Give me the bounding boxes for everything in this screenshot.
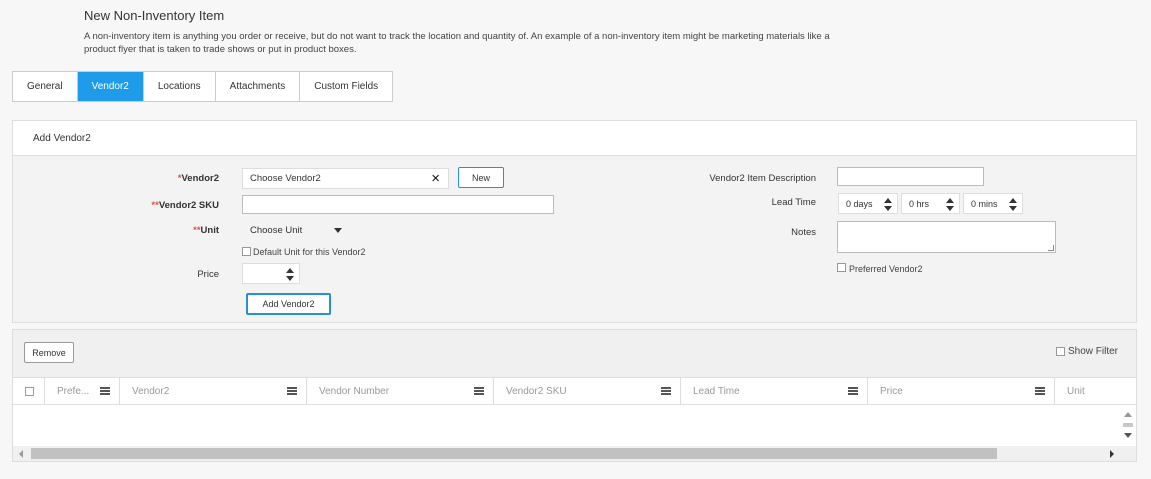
- stepper-arrows-icon[interactable]: [1008, 197, 1018, 212]
- column-header-vendor-number[interactable]: Vendor Number: [307, 378, 494, 405]
- panel-header: Add Vendor2: [13, 121, 1136, 156]
- unit-select[interactable]: Choose Unit: [242, 220, 350, 241]
- column-menu-icon[interactable]: [1035, 387, 1045, 395]
- tab-attachments[interactable]: Attachments: [215, 72, 301, 101]
- vendor-grid: Remove Show Filter Prefe... Vendor2 Vend…: [12, 329, 1137, 462]
- column-header-lead-time[interactable]: Lead Time: [681, 378, 868, 405]
- lead-days-value: 0 days: [846, 199, 873, 209]
- horizontal-scrollbar[interactable]: [13, 446, 1136, 461]
- stepper-arrows-icon[interactable]: [945, 197, 955, 212]
- lead-days-stepper[interactable]: 0 days: [838, 193, 898, 214]
- select-all-checkbox[interactable]: [25, 387, 34, 396]
- page-title: New Non-Inventory Item: [84, 8, 225, 23]
- column-header-price[interactable]: Price: [868, 378, 1055, 405]
- price-stepper[interactable]: [242, 263, 300, 284]
- scroll-thumb[interactable]: [31, 448, 997, 459]
- stepper-arrows-icon[interactable]: [285, 267, 295, 282]
- column-menu-icon[interactable]: [474, 387, 484, 395]
- unit-select-placeholder: Choose Unit: [250, 225, 303, 236]
- tab-custom-fields[interactable]: Custom Fields: [300, 72, 393, 101]
- sku-input[interactable]: [242, 195, 554, 214]
- grid-toolbar: Remove Show Filter: [13, 330, 1136, 378]
- vendor-label: *Vendor2: [133, 173, 219, 184]
- vendor-select[interactable]: Choose Vendor2 ×: [242, 168, 449, 189]
- column-label: Lead Time: [693, 386, 740, 397]
- scroll-right-icon[interactable]: [1110, 450, 1114, 458]
- price-label: Price: [197, 269, 219, 280]
- tab-vendor2[interactable]: Vendor2: [77, 72, 144, 101]
- tab-bar: General Vendor2 Locations Attachments Cu…: [12, 71, 394, 102]
- show-filter-toggle[interactable]: Show Filter: [1055, 346, 1118, 357]
- column-label: Price: [880, 386, 903, 397]
- add-vendor-panel: Add Vendor2 *Vendor2 Choose Vendor2 × Ne…: [12, 120, 1137, 323]
- notes-textarea[interactable]: [837, 221, 1056, 253]
- lead-hrs-stepper[interactable]: 0 hrs: [901, 193, 960, 214]
- scroll-up-icon[interactable]: [1124, 412, 1132, 417]
- lead-mins-stepper[interactable]: 0 mins: [963, 193, 1023, 214]
- column-menu-icon[interactable]: [848, 387, 858, 395]
- default-unit-label: Default Unit for this Vendor2: [253, 247, 366, 257]
- resize-handle-icon[interactable]: [1048, 245, 1054, 251]
- stepper-arrows-icon[interactable]: [883, 197, 893, 212]
- required-marker: **: [151, 200, 159, 211]
- remove-button[interactable]: Remove: [24, 342, 74, 363]
- grid-header: Prefe... Vendor2 Vendor Number Vendor2 S…: [13, 378, 1136, 405]
- default-unit-checkbox[interactable]: [242, 247, 251, 256]
- page-description: A non-inventory item is anything you ord…: [84, 31, 830, 55]
- column-label: Prefe...: [57, 386, 90, 397]
- show-filter-checkbox[interactable]: [1055, 347, 1065, 356]
- tab-general[interactable]: General: [13, 72, 78, 101]
- vendor-label-text: Vendor2: [181, 173, 220, 184]
- column-label: Vendor2 SKU: [506, 386, 567, 397]
- item-description-input[interactable]: [837, 167, 984, 186]
- scroll-down-icon[interactable]: [1124, 433, 1132, 438]
- preferred-vendor-checkbox[interactable]: [837, 263, 846, 272]
- lead-mins-value: 0 mins: [971, 199, 998, 209]
- column-header-preferred[interactable]: Prefe...: [45, 378, 120, 405]
- column-label: Unit: [1067, 386, 1085, 397]
- vertical-scrollbar[interactable]: [1120, 406, 1136, 446]
- column-menu-icon[interactable]: [100, 387, 110, 395]
- select-all-column: [13, 378, 45, 405]
- column-header-vendor2[interactable]: Vendor2: [120, 378, 307, 405]
- column-header-unit[interactable]: Unit: [1055, 378, 1136, 405]
- column-menu-icon[interactable]: [661, 387, 671, 395]
- lead-time-label: Lead Time: [771, 197, 816, 208]
- column-label: Vendor Number: [319, 386, 390, 397]
- preferred-vendor-label: Preferred Vendor2: [849, 264, 923, 274]
- scroll-thumb[interactable]: [1123, 423, 1133, 427]
- column-header-vendor2-sku[interactable]: Vendor2 SKU: [494, 378, 681, 405]
- column-label: Vendor2: [132, 386, 170, 397]
- lead-hrs-value: 0 hrs: [909, 199, 930, 209]
- notes-label: Notes: [791, 227, 816, 238]
- tab-locations[interactable]: Locations: [143, 72, 216, 101]
- add-vendor-button[interactable]: Add Vendor2: [246, 293, 331, 315]
- show-filter-label: Show Filter: [1067, 346, 1118, 357]
- vendor-select-placeholder: Choose Vendor2: [250, 173, 321, 184]
- scroll-left-icon[interactable]: [19, 450, 23, 458]
- sku-label: **Vendor2 SKU: [133, 200, 219, 211]
- column-menu-icon[interactable]: [287, 387, 297, 395]
- unit-label: **Unit: [133, 225, 219, 236]
- chevron-down-icon: [334, 228, 342, 233]
- new-vendor-button[interactable]: New: [458, 167, 504, 188]
- unit-label-text: Unit: [200, 225, 219, 236]
- sku-label-text: Vendor2 SKU: [158, 200, 219, 211]
- item-description-label: Vendor2 Item Description: [709, 173, 816, 184]
- clear-icon[interactable]: ×: [431, 170, 440, 188]
- required-marker: **: [193, 225, 201, 236]
